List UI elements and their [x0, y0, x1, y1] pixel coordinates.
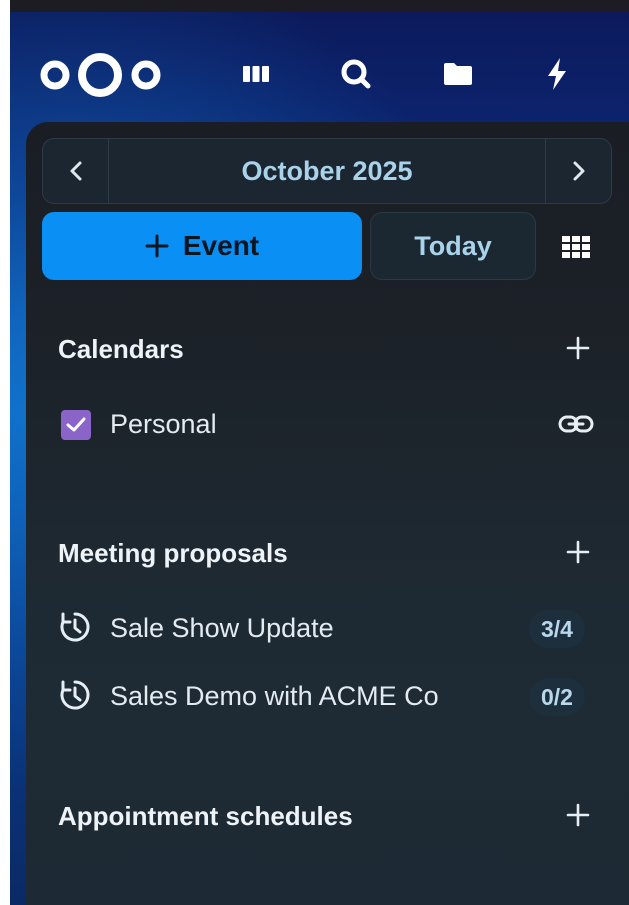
search-icon[interactable]: [339, 59, 373, 89]
add-meeting-proposal-button[interactable]: [562, 536, 594, 568]
meeting-proposals-heading: Meeting proposals: [58, 538, 288, 568]
clock-icon: [60, 612, 90, 642]
chevron-right-icon: [573, 161, 584, 181]
checkmark-icon: [66, 417, 86, 432]
month-label[interactable]: October 2025: [109, 139, 545, 203]
nextcloud-logo[interactable]: [38, 48, 164, 102]
link-icon: [558, 415, 594, 433]
grid-icon: [562, 236, 590, 258]
window: October 2025 Event Today Calendars Perso…: [0, 0, 629, 905]
top-strip: [10, 0, 629, 12]
chevron-left-icon: [70, 161, 81, 181]
plus-icon: [566, 803, 590, 827]
meeting-proposal-item-label[interactable]: Sale Show Update: [110, 613, 334, 644]
next-month-button[interactable]: [545, 139, 611, 203]
plus-icon: [566, 540, 590, 564]
clock-icon: [60, 680, 90, 710]
view-switcher-button[interactable]: [556, 230, 596, 264]
meeting-proposal-item-label[interactable]: Sales Demo with ACME Co: [110, 681, 439, 712]
dashboard-icon[interactable]: [239, 59, 273, 89]
new-event-button[interactable]: Event: [42, 212, 362, 280]
month-navigator: October 2025: [42, 138, 612, 204]
calendar-personal-checkbox[interactable]: [61, 410, 91, 440]
plus-icon: [566, 336, 590, 360]
add-appointment-schedule-button[interactable]: [562, 799, 594, 831]
plus-icon: [145, 234, 169, 258]
today-button[interactable]: Today: [370, 212, 536, 280]
files-icon[interactable]: [441, 59, 475, 89]
app-header: [10, 12, 629, 122]
appointment-schedules-heading: Appointment schedules: [58, 801, 353, 831]
calendar-personal-label[interactable]: Personal: [110, 409, 217, 440]
app-background: October 2025 Event Today Calendars Perso…: [10, 12, 629, 905]
previous-month-button[interactable]: [43, 139, 109, 203]
new-event-label: Event: [182, 230, 260, 261]
meeting-proposal-count-badge: 0/2: [529, 678, 585, 716]
calendars-heading: Calendars: [58, 334, 184, 364]
share-calendar-button[interactable]: [556, 408, 596, 440]
meeting-proposal-count-badge: 3/4: [529, 610, 585, 648]
add-calendar-button[interactable]: [562, 332, 594, 364]
activity-icon[interactable]: [540, 58, 574, 90]
